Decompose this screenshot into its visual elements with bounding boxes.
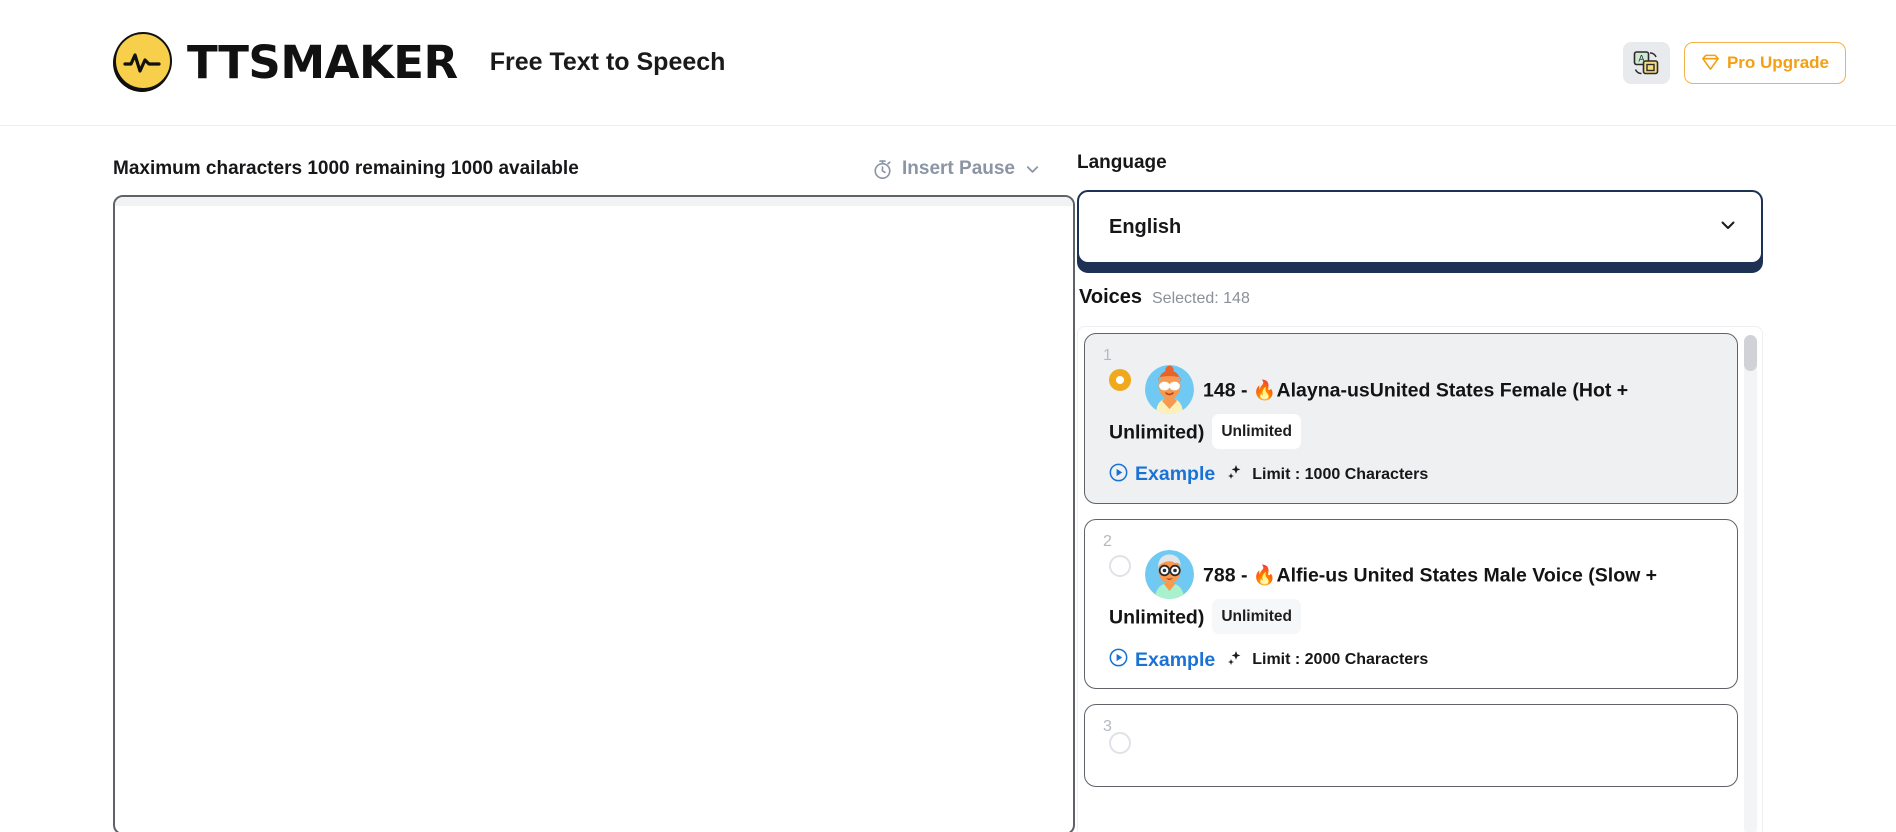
avatar-male-gray-hair-glasses-icon: [1145, 550, 1194, 600]
voices-title: Voices: [1079, 286, 1142, 308]
voices-header: Voices Selected: 148: [1079, 286, 1717, 312]
character-count-label: Maximum characters 1000 remaining 1000 a…: [113, 158, 579, 179]
voice-settings-pane: Language English Voices Selected: 148 1: [1077, 126, 1777, 832]
voices-list[interactable]: 1 148 - 🔥Alayna-usUnited States Female (…: [1077, 326, 1763, 832]
voices-selected-count: Selected: 148: [1152, 290, 1250, 307]
header-actions: A Pro Upgrade: [1622, 41, 1846, 84]
voice-index: 3: [1103, 718, 1112, 736]
voice-name: Alfie-us: [1276, 564, 1349, 587]
pro-upgrade-label: Pro Upgrade: [1726, 52, 1829, 72]
insert-pause-button[interactable]: Insert Pause: [872, 158, 1041, 180]
language-label: Language: [1077, 152, 1167, 173]
voices-scrollbar[interactable]: [1744, 335, 1757, 832]
stopwatch-icon: [874, 159, 891, 179]
pro-upgrade-button[interactable]: Pro Upgrade: [1683, 41, 1846, 84]
chevron-down-icon: [1026, 165, 1039, 173]
voice-actions: Example Limit : 2000 Characters: [1103, 648, 1719, 672]
language-select-wrap: English: [1077, 190, 1763, 273]
sparkle-icon: [1227, 464, 1242, 485]
voice-radio-selected[interactable]: [1109, 369, 1131, 392]
voice-title-row: 148 - 🔥Alayna-usUnited States Female (Ho…: [1103, 364, 1719, 451]
sparkle-icon: [1227, 650, 1242, 671]
language-select-value: English: [1109, 215, 1182, 238]
voice-card[interactable]: 1 148 - 🔥Alayna-usUnited States Female (…: [1084, 333, 1738, 504]
main-content: Maximum characters 1000 remaining 1000 a…: [0, 126, 1896, 832]
fire-icon: 🔥: [1252, 565, 1277, 587]
voice-title-row: 788 - 🔥Alfie-us United States Male Voice…: [1103, 550, 1719, 636]
voice-limit: Limit : 1000 Characters: [1252, 465, 1429, 483]
insert-pause-label: Insert Pause: [902, 158, 1015, 179]
app-header: TTSMAKER Free Text to Speech A Pro Upgra…: [0, 0, 1896, 126]
voices-scrollbar-thumb[interactable]: [1744, 335, 1757, 371]
voice-radio-unselected[interactable]: [1109, 554, 1131, 577]
voice-name: Alayna-us: [1276, 379, 1370, 402]
chevron-down-icon: [1717, 214, 1739, 241]
logo-wordmark: TTSMAKER: [187, 36, 458, 89]
example-play-link[interactable]: Example: [1135, 463, 1215, 486]
voice-limit: Limit : 2000 Characters: [1252, 651, 1429, 669]
voice-number: 788 -: [1203, 564, 1253, 587]
editor-toolbar: Maximum characters 1000 remaining 1000 a…: [113, 152, 1041, 186]
diamond-icon: [1702, 54, 1719, 70]
text-input-box[interactable]: [113, 195, 1075, 832]
play-circle-icon[interactable]: [1109, 648, 1128, 672]
voice-index: 1: [1103, 347, 1112, 364]
voice-actions: Example Limit : 1000 Characters: [1103, 463, 1719, 487]
voice-card[interactable]: 2 788 - 🔥Alfie-us United States Male Voi…: [1084, 518, 1738, 690]
voice-badge: Unlimited: [1212, 413, 1301, 449]
fire-icon: 🔥: [1252, 380, 1277, 402]
play-circle-icon[interactable]: [1109, 463, 1128, 487]
voice-title-row: [1103, 731, 1719, 770]
editor-pane: Maximum characters 1000 remaining 1000 a…: [0, 126, 1077, 832]
text-input[interactable]: [115, 206, 1073, 832]
avatar-female-orange-hair-sunglasses-icon: [1145, 364, 1194, 414]
translate-icon-button[interactable]: A: [1622, 41, 1670, 84]
voice-badge: Unlimited: [1212, 599, 1301, 635]
waveform-icon: [123, 52, 161, 73]
voice-number: 148 -: [1203, 379, 1253, 402]
page-tagline: Free Text to Speech: [489, 48, 726, 76]
voice-radio-unselected[interactable]: [1109, 731, 1131, 754]
example-play-link[interactable]: Example: [1135, 649, 1215, 672]
waveform-circle-logo-icon: [113, 31, 172, 92]
language-select[interactable]: English: [1077, 190, 1763, 264]
voice-card[interactable]: 3: [1084, 704, 1738, 787]
translate-icon: A: [1634, 50, 1659, 74]
voice-index: 2: [1103, 532, 1112, 550]
brand-logo[interactable]: TTSMAKER: [113, 31, 458, 92]
